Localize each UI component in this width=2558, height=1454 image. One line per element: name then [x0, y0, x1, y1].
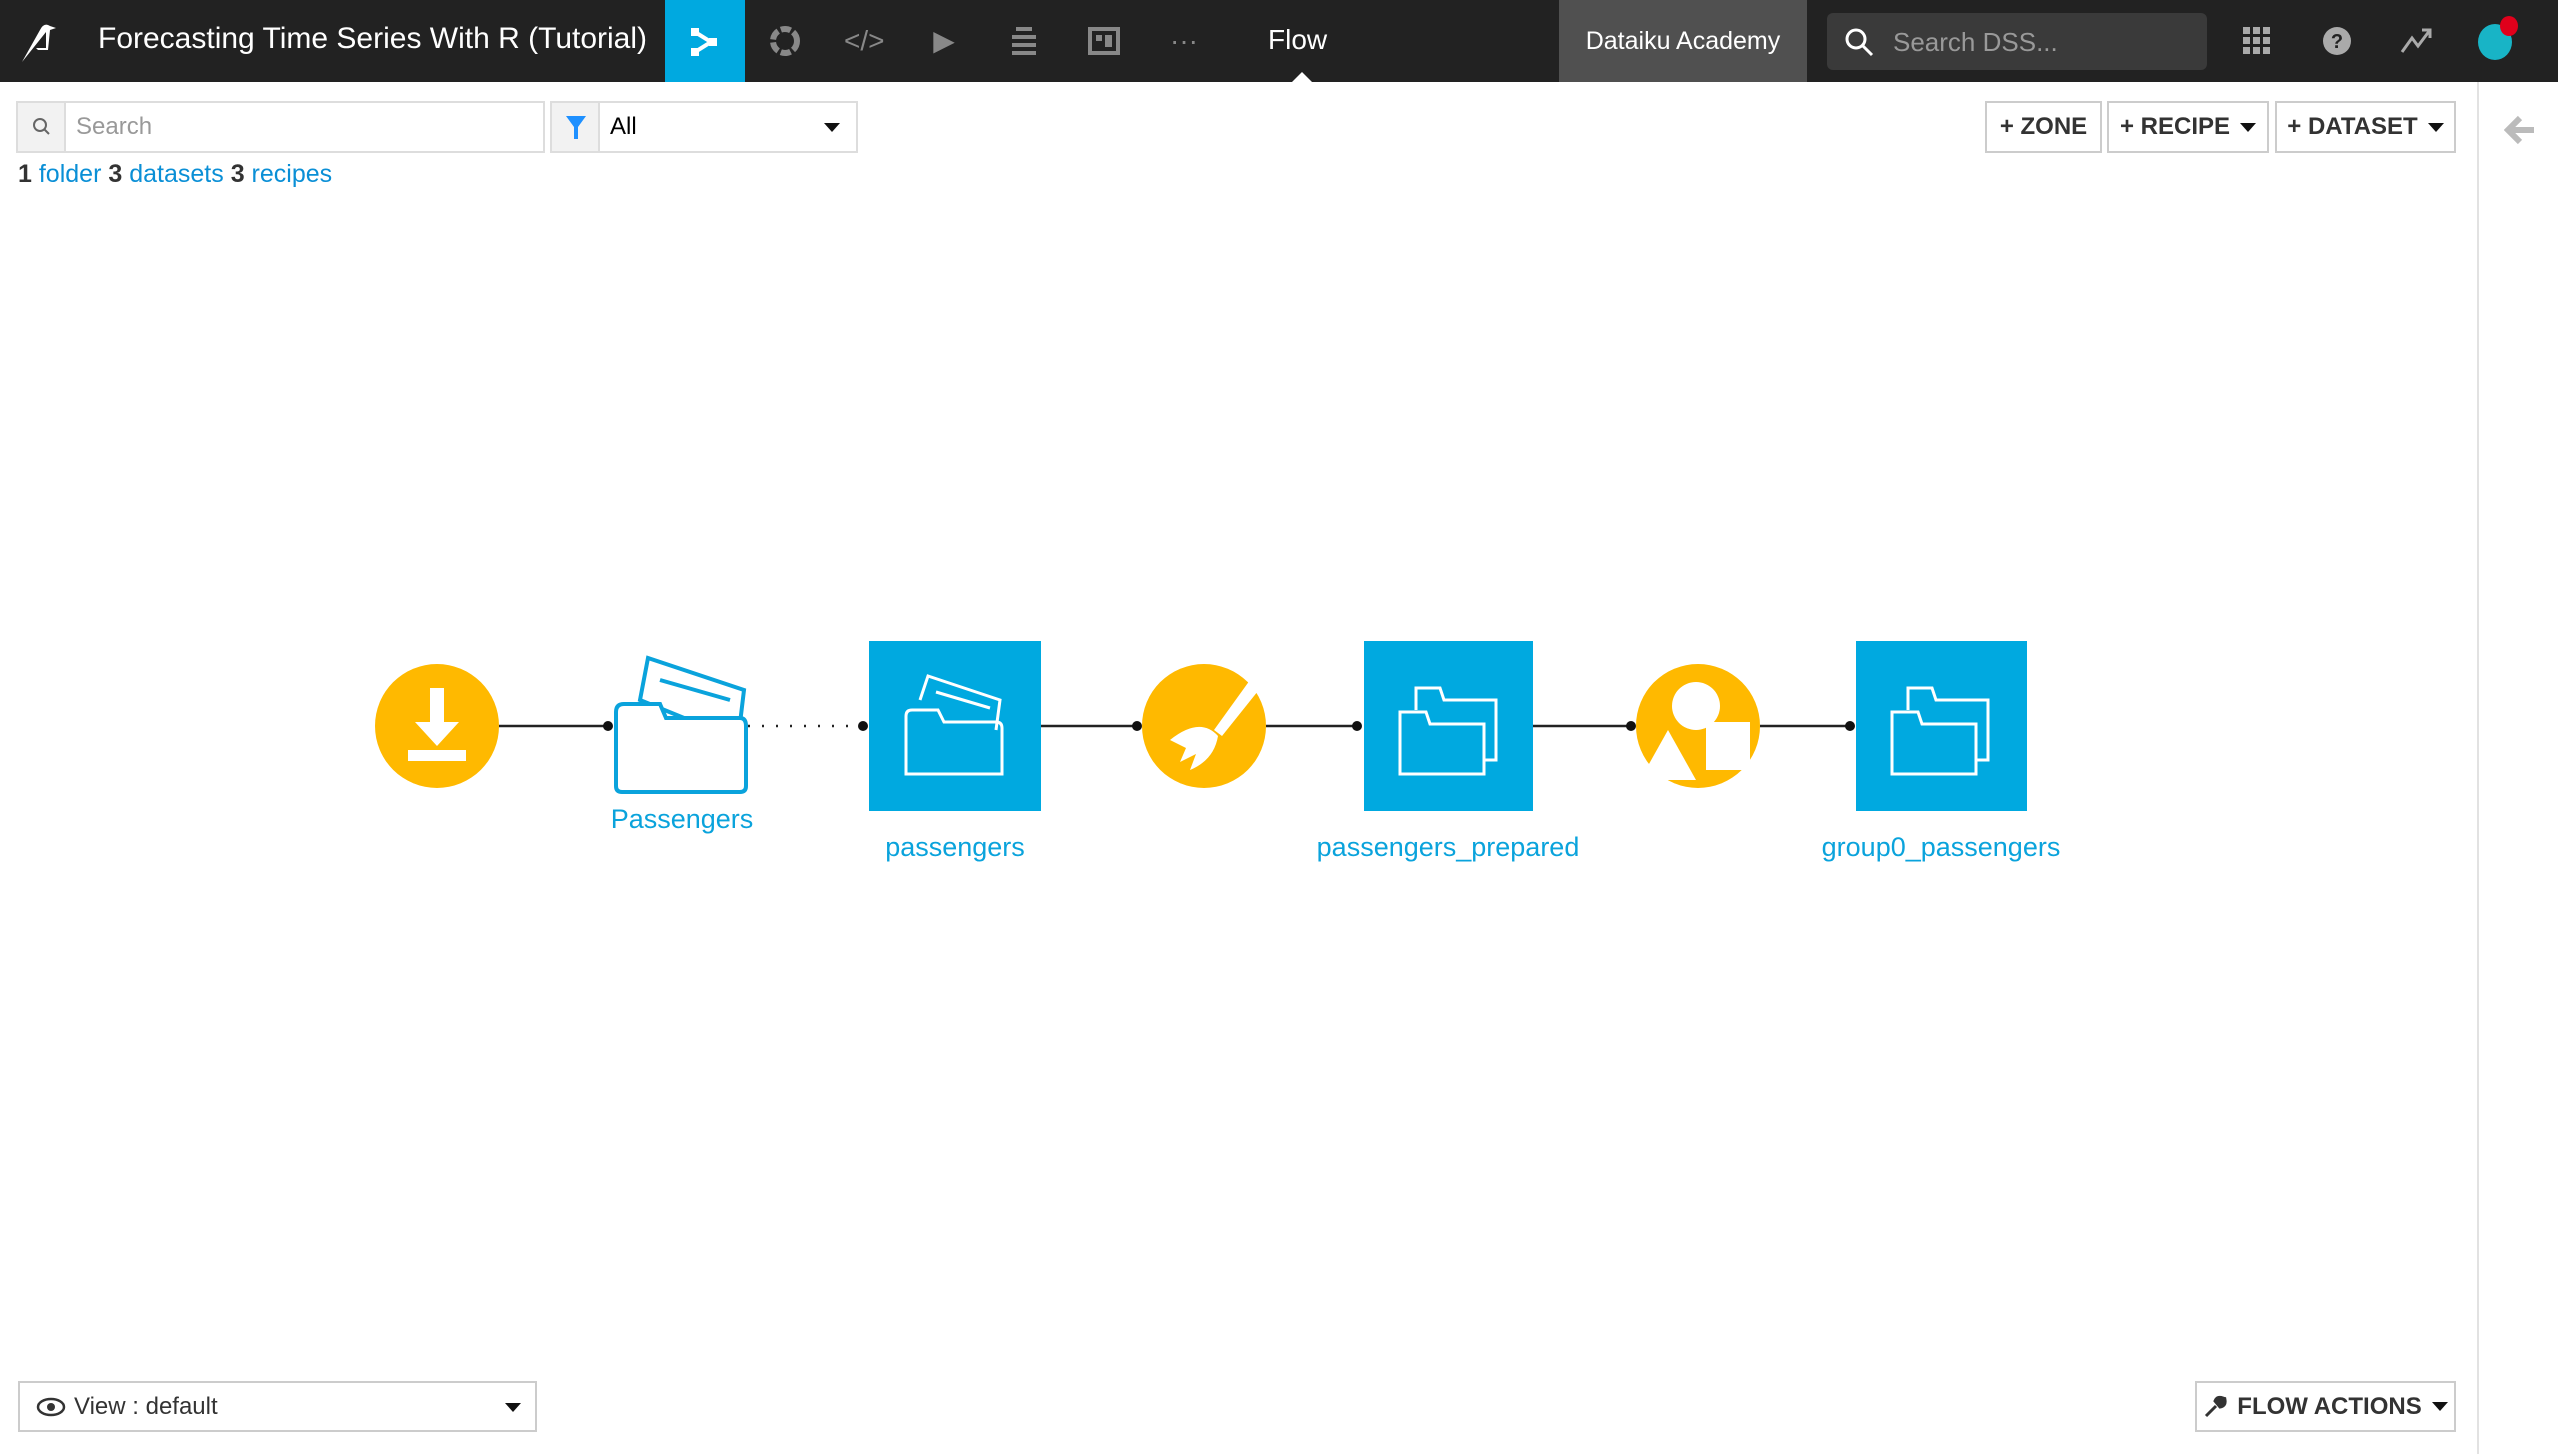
port-dot: [603, 721, 613, 731]
prepare-recipe-node[interactable]: [1142, 664, 1266, 788]
folder-icon: [614, 702, 748, 794]
dataset-node-group0-passengers[interactable]: [1856, 641, 2027, 811]
port-dot: [858, 721, 868, 731]
flow-actions-button[interactable]: FLOW ACTIONS: [2195, 1381, 2456, 1432]
node-label[interactable]: Passengers: [611, 804, 754, 835]
node-label[interactable]: group0_passengers: [1822, 832, 2061, 863]
chevron-down-icon: [2431, 1402, 2448, 1411]
chevron-down-icon: [505, 1403, 521, 1412]
eye-icon: [36, 1397, 66, 1417]
port-dot: [1352, 721, 1362, 731]
node-label[interactable]: passengers: [885, 832, 1025, 863]
split-recipe-node[interactable]: [1636, 664, 1760, 788]
node-label[interactable]: passengers_prepared: [1317, 832, 1580, 863]
port-dot: [1626, 721, 1636, 731]
dataset-node-passengers[interactable]: [869, 641, 1041, 811]
port-dot: [1132, 721, 1142, 731]
wrench-icon: [2205, 1395, 2227, 1417]
view-select[interactable]: View : default: [18, 1381, 537, 1432]
flow-actions-label: FLOW ACTIONS: [2237, 1392, 2422, 1420]
dataset-node-passengers-prepared[interactable]: [1364, 641, 1533, 811]
managed-folder-node[interactable]: [614, 655, 748, 794]
port-dot: [1845, 721, 1855, 731]
download-recipe-node[interactable]: [375, 664, 499, 788]
flow-graph: [375, 641, 2027, 811]
view-label: View : default: [74, 1393, 218, 1420]
